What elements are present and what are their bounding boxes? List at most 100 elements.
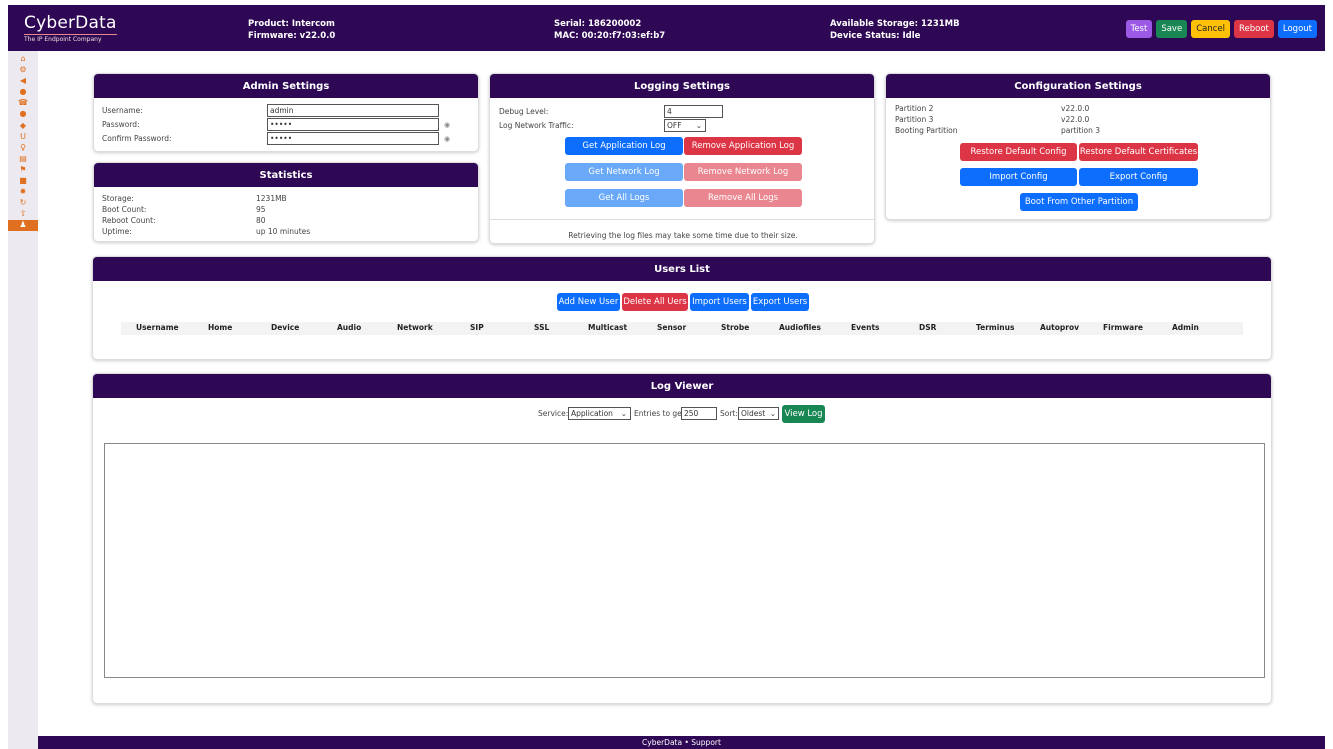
booting-partition-label: Booting Partition (895, 126, 958, 135)
entries-input[interactable]: 250 (681, 407, 717, 420)
service-value: Application (571, 409, 613, 418)
column-strobe: Strobe (721, 323, 750, 332)
sip-icon[interactable]: ● (8, 109, 38, 119)
admin-settings-title: Admin Settings (94, 74, 478, 98)
mac-label: MAC: 00:20:f7:03:ef:b7 (554, 31, 666, 41)
flag-icon[interactable]: ⚑ (8, 165, 38, 175)
file-icon[interactable]: ▤ (8, 154, 38, 164)
export-users-button[interactable]: Export Users (751, 293, 809, 311)
confirm-password-input[interactable]: ••••• (267, 132, 439, 145)
confirm-password-label: Confirm Password: (102, 134, 172, 143)
get-application-log-button[interactable]: Get Application Log (565, 137, 683, 155)
column-firmware: Firmware (1103, 323, 1143, 332)
username-input[interactable]: admin (267, 104, 439, 117)
view-log-button[interactable]: View Log (782, 405, 825, 423)
booting-partition-value: partition 3 (1061, 126, 1100, 135)
log-output-textarea[interactable] (104, 443, 1265, 678)
logging-settings-title: Logging Settings (490, 74, 874, 98)
stat-reboot-count-label: Reboot Count: (102, 216, 156, 225)
sort-select[interactable]: Oldest ⌄ (738, 407, 779, 420)
sort-label: Sort: (720, 409, 738, 418)
logout-button[interactable]: Logout (1277, 20, 1317, 38)
stat-boot-count-value: 95 (256, 205, 266, 214)
password-input[interactable]: ••••• (267, 118, 439, 131)
home-icon[interactable]: ⌂ (8, 54, 38, 64)
test-button[interactable]: Test (1125, 20, 1153, 38)
stat-reboot-count-value: 80 (256, 216, 266, 225)
remove-application-log-button[interactable]: Remove Application Log (684, 137, 802, 155)
column-admin: Admin (1172, 323, 1199, 332)
debug-level-input[interactable]: 4 (664, 105, 723, 118)
column-home: Home (208, 323, 233, 332)
lock-icon[interactable]: ■ (8, 176, 38, 186)
delete-all-users-button[interactable]: Delete All Uers (622, 293, 688, 311)
column-username: Username (136, 323, 179, 332)
log-network-traffic-value: OFF (667, 121, 682, 130)
firmware-label: Firmware: v22.0.0 (248, 31, 336, 41)
column-multicast: Multicast (588, 323, 628, 332)
sort-value: Oldest (741, 409, 766, 418)
column-autoprov: Autoprov (1040, 323, 1079, 332)
footer[interactable]: CyberData • Support (38, 736, 1325, 749)
column-dsr: DSR (919, 323, 937, 332)
bulb-icon[interactable]: ♀ (8, 143, 38, 153)
brand-tagline: The IP Endpoint Company (24, 34, 117, 43)
phone-icon[interactable]: ☎ (8, 98, 38, 108)
stat-storage-value: 1231MB (256, 194, 287, 203)
users-list-panel: Users List Add New User Delete All Uers … (92, 256, 1272, 360)
chevron-down-icon: ⌄ (769, 409, 776, 418)
network-icon[interactable]: ● (8, 87, 38, 97)
partition-2-value: v22.0.0 (1061, 104, 1090, 113)
chevron-down-icon: ⌄ (620, 409, 627, 418)
reboot-button[interactable]: Reboot (1234, 20, 1274, 38)
storage-label: Available Storage: 1231MB (830, 19, 960, 29)
import-users-button[interactable]: Import Users (690, 293, 749, 311)
remove-network-log-button[interactable]: Remove Network Log (684, 163, 802, 181)
product-label: Product: Intercom (248, 19, 335, 29)
import-config-button[interactable]: Import Config (960, 168, 1077, 186)
bullhorn-icon[interactable]: ◆ (8, 121, 38, 131)
boot-other-partition-button[interactable]: Boot From Other Partition (1020, 193, 1138, 211)
admin-settings-panel: Admin Settings Username: admin Password:… (93, 73, 479, 152)
magnet-icon[interactable]: U (8, 132, 38, 142)
service-label: Service: (538, 409, 569, 418)
sidebar: ⌂ ⚙ ◀ ● ☎ ● ◆ U ♀ ▤ ⚑ ■ ✹ ↻ ⇧ ♟ (8, 51, 38, 749)
stat-uptime-value: up 10 minutes (256, 227, 311, 236)
get-network-log-button[interactable]: Get Network Log (565, 163, 683, 181)
log-viewer-title: Log Viewer (93, 374, 1271, 398)
restore-default-certificates-button[interactable]: Restore Default Certificates (1079, 143, 1198, 161)
restore-default-config-button[interactable]: Restore Default Config (960, 143, 1077, 161)
log-network-traffic-select[interactable]: OFF ⌄ (664, 119, 706, 132)
header-buttons: Test Save Cancel Reboot Logout (1125, 20, 1317, 38)
column-ssl: SSL (534, 323, 550, 332)
device-status-info: Available Storage: 1231MB Device Status:… (830, 18, 960, 42)
save-button[interactable]: Save (1156, 20, 1188, 38)
sun-icon[interactable]: ✹ (8, 187, 38, 197)
chevron-down-icon: ⌄ (695, 121, 702, 130)
entries-label: Entries to get: (634, 409, 688, 418)
column-events: Events (851, 323, 880, 332)
user-icon[interactable]: ♟ (8, 220, 38, 232)
service-select[interactable]: Application ⌄ (568, 407, 631, 420)
column-device: Device (271, 323, 300, 332)
users-list-title: Users List (93, 257, 1271, 281)
speaker-icon[interactable]: ◀ (8, 76, 38, 86)
device-id-info: Serial: 186200002 MAC: 00:20:f7:03:ef:b7 (554, 18, 665, 42)
configuration-settings-title: Configuration Settings (886, 74, 1270, 98)
export-config-button[interactable]: Export Config (1079, 168, 1198, 186)
add-new-user-button[interactable]: Add New User (557, 293, 620, 311)
partition-2-label: Partition 2 (895, 104, 934, 113)
gears-icon[interactable]: ⚙ (8, 65, 38, 75)
partition-3-value: v22.0.0 (1061, 115, 1090, 124)
cancel-button[interactable]: Cancel (1191, 20, 1230, 38)
get-all-logs-button[interactable]: Get All Logs (565, 189, 683, 207)
column-sensor: Sensor (657, 323, 687, 332)
refresh-icon[interactable]: ↻ (8, 198, 38, 208)
column-audio: Audio (337, 323, 362, 332)
log-network-traffic-label: Log Network Traffic: (499, 121, 574, 130)
remove-all-logs-button[interactable]: Remove All Logs (684, 189, 802, 207)
brand-name: CyberData (24, 13, 117, 33)
upload-icon[interactable]: ⇧ (8, 209, 38, 219)
show-password-icon[interactable]: ◉ (444, 121, 450, 129)
show-confirm-password-icon[interactable]: ◉ (444, 135, 450, 143)
